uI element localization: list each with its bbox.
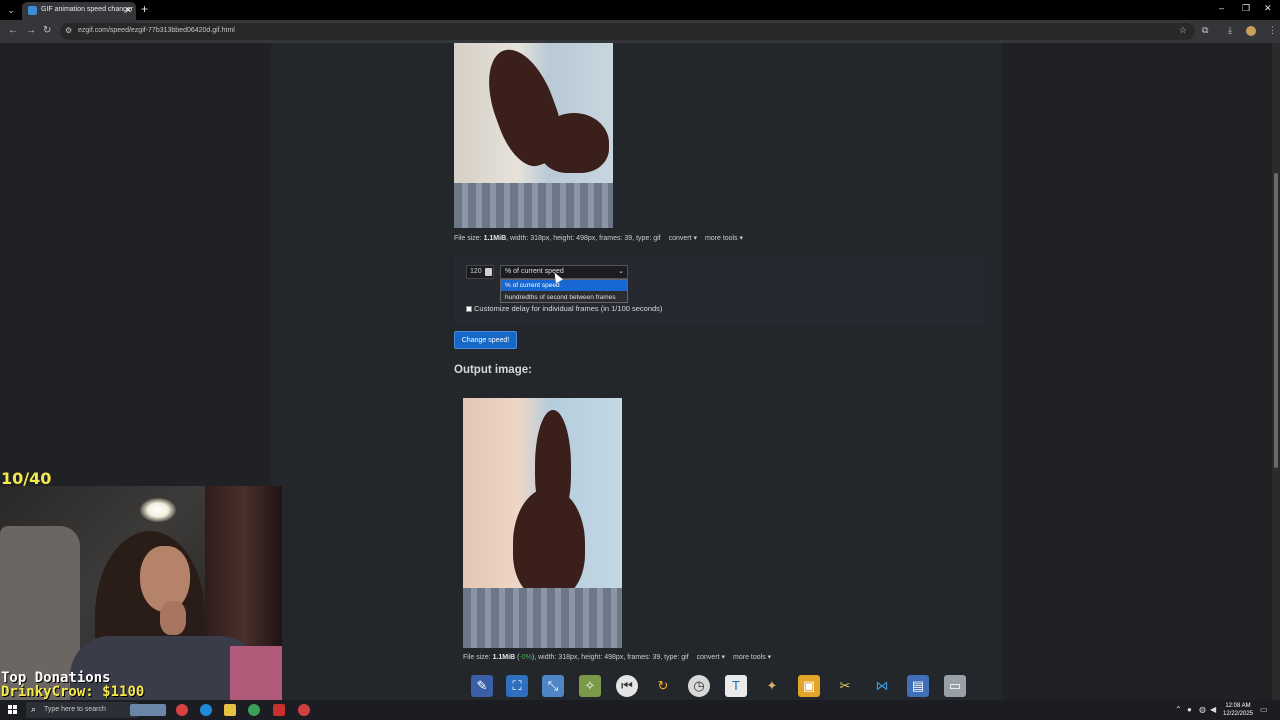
rotate-tool-icon[interactable]: ↻ (652, 675, 674, 697)
input-more-tools-link[interactable]: more tools ▾ (705, 235, 743, 242)
input-file-info: File size: 1.1MiB, width: 318px, height:… (454, 234, 743, 242)
edit-tool-icon[interactable]: ✎ (471, 675, 493, 697)
site-info-icon[interactable]: ⚙ (65, 26, 72, 35)
tab-search-icon[interactable]: ⌄ (4, 3, 18, 17)
new-tab-button[interactable]: + (141, 2, 148, 16)
output-more-tools-link[interactable]: more tools ▾ (733, 654, 771, 661)
output-file-size-label: File size: (463, 654, 493, 661)
tray-chevron-icon[interactable]: ⌃ (1175, 705, 1182, 714)
speed-value: 120 (470, 268, 482, 275)
chrome-icon[interactable] (248, 704, 260, 716)
overlay-tool-icon[interactable]: ▣ (798, 675, 820, 697)
windows-taskbar: ⌕ Type here to search ⌃ ● ◍ ◀ 12:08 AM 1… (0, 700, 1280, 720)
forward-arrow-icon[interactable]: → (26, 25, 36, 36)
lamp-light (140, 498, 176, 522)
address-bar[interactable]: ⚙ ezgif.com/speed/ezgif-77b313bbed06420d… (60, 23, 1195, 40)
option-percent-speed[interactable]: % of current speed (501, 280, 627, 291)
clock-date: 12/22/2025 (1222, 711, 1254, 717)
tray-network-icon[interactable]: ◍ (1199, 705, 1206, 714)
resize-tool-icon[interactable]: ⤡ (542, 675, 564, 697)
save-tool-icon[interactable]: ▭ (944, 675, 966, 697)
ezgif-tool-strip: ✎ ⛶ ⤡ ✧ ⏮ ↻ ◷ T ✦ ▣ ✂ ⋈ ▤ ▭ (466, 672, 970, 699)
taskbar-app2-icon[interactable] (273, 704, 285, 716)
clock-time: 12:08 AM (1225, 703, 1251, 709)
edge-icon[interactable] (200, 704, 212, 716)
taskbar-search-placeholder: Type here to search (44, 706, 106, 713)
page-scrollbar[interactable] (1272, 43, 1280, 700)
tray-mic-icon[interactable]: ● (1187, 705, 1192, 714)
chevron-down-icon: ⌄ (618, 268, 624, 275)
file-explorer-icon[interactable] (224, 704, 236, 716)
back-arrow-icon[interactable]: ← (8, 25, 18, 36)
input-convert-link[interactable]: convert ▾ (669, 235, 697, 242)
reverse-tool-icon[interactable]: ⏮ (616, 675, 638, 697)
text-tool-icon[interactable]: T (725, 675, 747, 697)
split-tool-icon[interactable]: ⋈ (871, 675, 893, 697)
speed-unit-select[interactable]: % of current speed ⌄ (500, 265, 628, 279)
frames-tool-icon[interactable]: ▤ (907, 675, 929, 697)
donor-name: DrinkyCrow: (1, 684, 94, 700)
browser-tab-bar: ⌄ GIF animation speed changer ✕ + – ❐ ✕ (0, 0, 1280, 20)
speed-tool-icon[interactable]: ◷ (688, 675, 710, 697)
content-column: File size: 1.1MiB, width: 318px, height:… (271, 43, 1002, 700)
crop-tool-icon[interactable]: ⛶ (506, 675, 528, 697)
speed-value-input[interactable]: 120 (466, 265, 494, 279)
input-file-size: 1.1MiB (483, 235, 507, 242)
output-size-change: -0% (519, 654, 532, 661)
ezgif-favicon-icon (28, 6, 37, 15)
top-donations-panel: Top Donations DrinkyCrow: $1100 (1, 671, 144, 699)
reload-icon[interactable]: ↻ (43, 25, 51, 36)
taskbar-search-box[interactable]: ⌕ Type here to search (26, 702, 138, 718)
download-icon[interactable]: ⤓ (1228, 25, 1232, 36)
output-convert-link[interactable]: convert ▾ (697, 654, 725, 661)
output-image-title: Output image: (454, 364, 532, 376)
minimize-icon[interactable]: – (1219, 3, 1224, 13)
taskbar-thumbnail-icon[interactable] (130, 704, 166, 716)
search-icon: ⌕ (31, 704, 37, 714)
taskbar-clock[interactable]: 12:08 AM 12/22/2025 (1222, 702, 1254, 718)
output-file-info: File size: 1.1MiB (-0%), width: 318px, h… (463, 654, 772, 661)
scrollbar-thumb[interactable] (1274, 173, 1278, 468)
cut-tool-icon[interactable]: ✂ (834, 675, 856, 697)
effects-tool-icon[interactable]: ✦ (761, 675, 783, 697)
input-file-size-label: File size: (454, 235, 484, 242)
windows-start-icon[interactable] (8, 705, 18, 715)
browser-toolbar: ← → ↻ ⚙ ezgif.com/speed/ezgif-77b313bbed… (0, 20, 1280, 43)
change-speed-button[interactable]: Change speed! (454, 331, 517, 349)
taskbar-app-icon[interactable] (176, 704, 188, 716)
window-close-icon[interactable]: ✕ (1264, 3, 1272, 14)
taskbar-app3-icon[interactable] (298, 704, 310, 716)
input-gif-image (454, 43, 613, 228)
customize-delay-row[interactable]: Customize delay for individual frames (i… (466, 304, 662, 313)
output-gif-image (463, 398, 622, 648)
tab-gif-speed-changer[interactable]: GIF animation speed changer ✕ (22, 2, 136, 20)
tab-title: GIF animation speed changer (41, 6, 134, 13)
donations-title: Top Donations (1, 670, 111, 686)
restore-icon[interactable]: ❐ (1242, 3, 1250, 14)
webcam-feed (0, 486, 282, 700)
extensions-icon[interactable]: ⧉ (1202, 25, 1208, 36)
menu-icon[interactable]: ⋮ (1268, 25, 1277, 36)
input-file-details: , width: 318px, height: 498px, frames: 3… (506, 235, 661, 242)
url-text[interactable]: ezgif.com/speed/ezgif-77b313bbed06420d.g… (78, 27, 235, 34)
spinner-icon[interactable] (485, 268, 492, 276)
output-file-details: , width: 318px, height: 498px, frames: 3… (534, 654, 689, 661)
option-hundredths-second[interactable]: hundredths of second between frames (501, 292, 627, 303)
notification-icon[interactable]: ▭ (1260, 705, 1268, 714)
donation-amount: $1100 (102, 684, 145, 700)
customize-delay-checkbox[interactable] (466, 306, 472, 313)
profile-icon[interactable] (1246, 26, 1256, 36)
optimize-tool-icon[interactable]: ✧ (579, 675, 601, 697)
speed-unit-dropdown: % of current speed hundredths of second … (500, 279, 628, 303)
tab-close-icon[interactable]: ✕ (124, 5, 132, 16)
customize-delay-label: Customize delay for individual frames (i… (474, 304, 663, 313)
tray-volume-icon[interactable]: ◀ (1210, 705, 1216, 714)
output-file-size: 1.1MiB (492, 654, 516, 661)
bookmark-star-icon[interactable]: ☆ (1179, 25, 1187, 36)
